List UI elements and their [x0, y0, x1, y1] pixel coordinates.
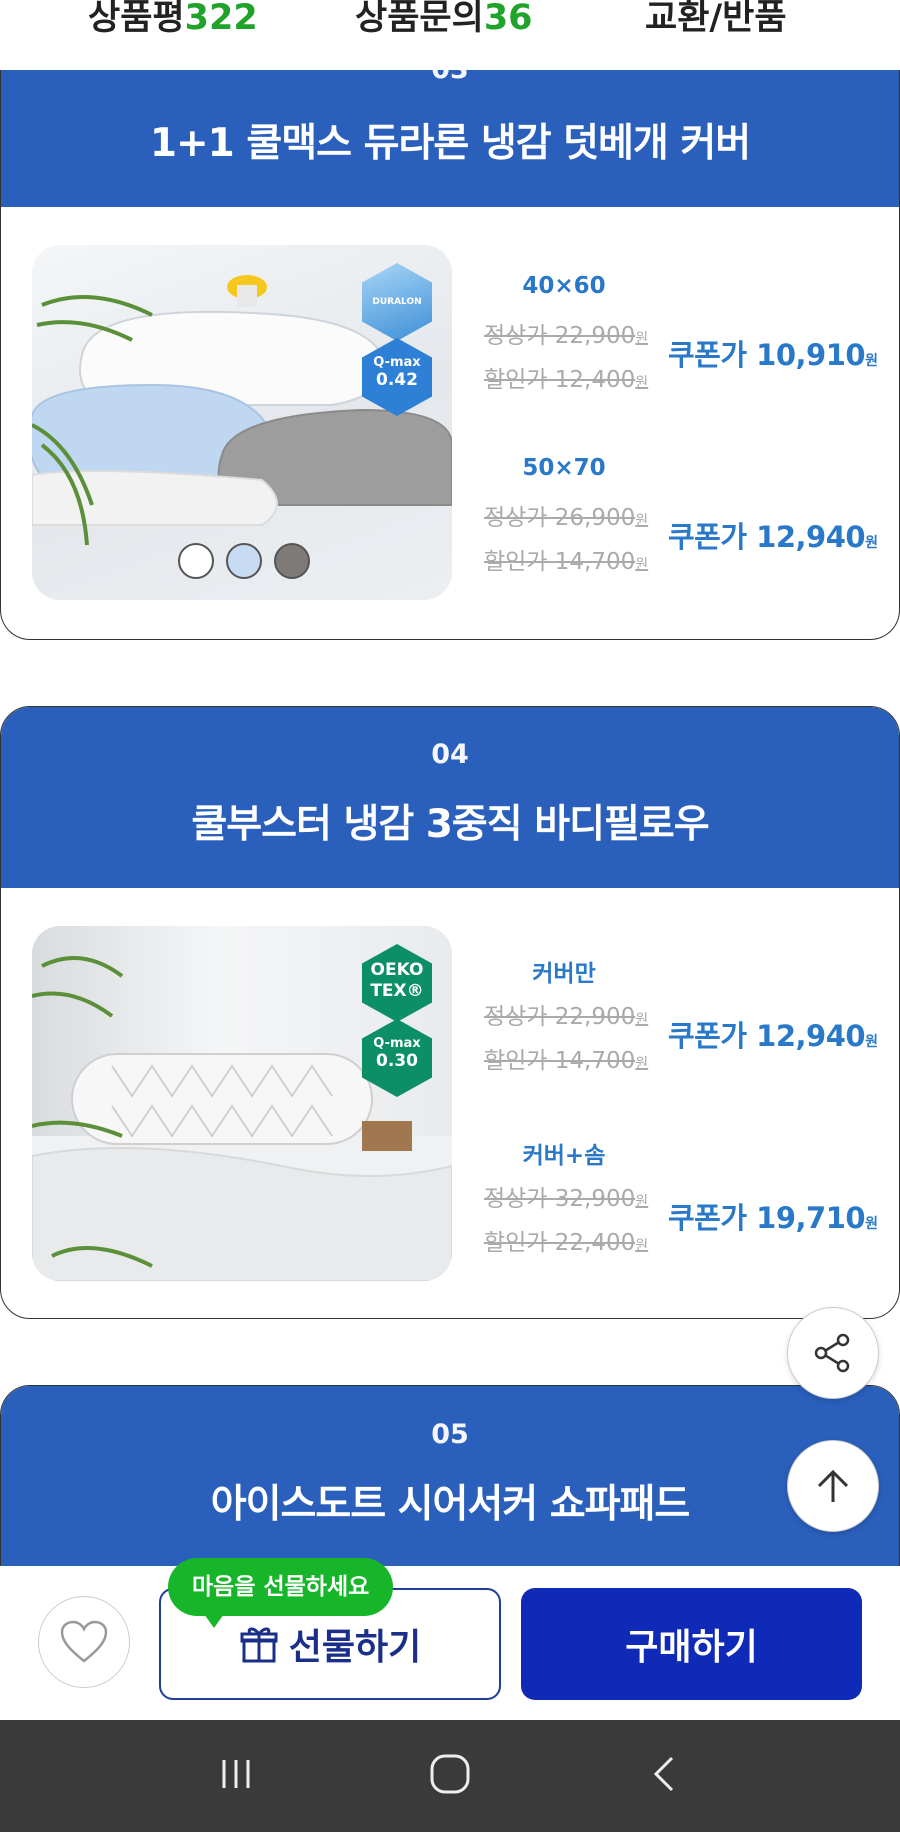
regular-price-text: 정상가 22,900 [484, 323, 636, 349]
coupon-price: 쿠폰가 19,710원 [668, 1195, 878, 1237]
regular-price-text: 정상가 26,900 [484, 505, 636, 531]
product-title: 아이스도트 시어서커 쇼파패드 [210, 1482, 691, 1527]
color-swatch-white[interactable] [178, 543, 214, 579]
sale-price-text: 할인가 14,700 [484, 549, 636, 575]
regular-price: 정상가 26,900원 [484, 498, 648, 532]
coupon-prefix: 쿠폰가 [668, 338, 757, 372]
product-image[interactable]: OEKO TEX® Q-max 0.30 [32, 926, 452, 1281]
product-title: 1+1 쿨맥스 듀라론 냉감 덧베개 커버 [149, 121, 751, 166]
option-size: 커버만 [532, 961, 596, 987]
won-unit: 원 [635, 1012, 649, 1028]
back-icon [653, 1756, 674, 1792]
qmax-value: 0.30 [376, 1051, 418, 1071]
gift-tooltip: 마음을 선물하세요 [168, 1558, 394, 1628]
won-unit: 원 [635, 331, 649, 347]
tab-inquiry-count: 36 [483, 0, 533, 38]
sale-price: 할인가 12,400원 [484, 360, 648, 394]
detail-tab-bar: 상품평322 상품문의36 교환/반품 [0, 0, 900, 70]
system-nav-bar [0, 1720, 900, 1832]
heart-icon [60, 1620, 108, 1663]
coupon-prefix: 쿠폰가 [668, 520, 757, 554]
coupon-prefix: 쿠폰가 [668, 1201, 757, 1235]
coupon-price: 쿠폰가 10,910원 [668, 332, 878, 374]
back-button[interactable] [644, 1754, 684, 1798]
recent-apps-icon [222, 1760, 250, 1788]
sale-price-text: 할인가 22,400 [484, 1230, 636, 1256]
product-card-04[interactable]: 04 쿨부스터 냉감 3중직 바디필로우 OEKO TEX® Q-max 0.3… [0, 706, 900, 1319]
regular-price-text: 정상가 32,900 [484, 1186, 636, 1212]
sale-price: 할인가 22,400원 [484, 1223, 648, 1257]
coupon-amount: 12,940 [756, 520, 866, 554]
product-title: 쿨부스터 냉감 3중직 바디필로우 [191, 802, 709, 847]
sale-price: 할인가 14,700원 [484, 1041, 648, 1075]
won-unit: 원 [865, 353, 878, 369]
tab-exchange-return[interactable]: 교환/반품 [645, 0, 787, 40]
product-header: 04 쿨부스터 냉감 3중직 바디필로우 [1, 707, 899, 888]
gift-icon [240, 1627, 278, 1663]
recent-apps-button[interactable] [216, 1754, 256, 1798]
sale-price-text: 할인가 12,400 [484, 367, 636, 393]
coupon-price: 쿠폰가 12,940원 [668, 514, 878, 556]
sale-price: 할인가 14,700원 [484, 542, 648, 576]
tab-inquiry-label: 상품문의 [355, 0, 484, 38]
product-image[interactable]: DURALON Q-max 0.42 [32, 245, 452, 600]
regular-price-text: 정상가 22,900 [484, 1004, 636, 1030]
regular-price: 정상가 32,900원 [484, 1179, 648, 1213]
won-unit: 원 [635, 1056, 649, 1072]
color-swatch-blue[interactable] [226, 543, 262, 579]
option-size: 40×60 [522, 273, 606, 299]
scroll-top-button[interactable] [787, 1440, 879, 1532]
purchase-bar: 마음을 선물하세요 선물하기 구매하기 [0, 1558, 900, 1720]
gift-button-label: 선물하기 [288, 1627, 422, 1668]
won-unit: 원 [865, 1216, 878, 1232]
won-unit: 원 [865, 535, 878, 551]
won-unit: 원 [635, 513, 649, 529]
coupon-amount: 10,910 [756, 338, 866, 372]
tab-reviews-label: 상품평 [88, 0, 185, 38]
buy-button[interactable]: 구매하기 [521, 1588, 862, 1700]
won-unit: 원 [635, 1238, 649, 1254]
coupon-amount: 19,710 [756, 1201, 866, 1235]
home-button[interactable] [428, 1752, 472, 1800]
coupon-price: 쿠폰가 12,940원 [668, 1013, 878, 1055]
tab-inquiry[interactable]: 상품문의36 [355, 0, 533, 40]
won-unit: 원 [635, 375, 649, 391]
regular-price: 정상가 22,900원 [484, 997, 648, 1031]
option-size: 커버+솜 [522, 1143, 606, 1169]
regular-price: 정상가 22,900원 [484, 316, 648, 350]
share-button[interactable] [787, 1307, 879, 1399]
tab-reviews[interactable]: 상품평322 [88, 0, 258, 40]
arrow-up-icon [817, 1469, 849, 1502]
option-size: 50×70 [522, 455, 606, 481]
share-icon [814, 1333, 850, 1373]
qmax-label: Q-max [373, 355, 421, 370]
wishlist-button[interactable] [38, 1596, 130, 1688]
sale-price-text: 할인가 14,700 [484, 1048, 636, 1074]
tab-exchange-label: 교환/반품 [645, 0, 787, 38]
qmax-label: Q-max [373, 1036, 421, 1051]
duralon-badge-label: DURALON [372, 297, 422, 307]
product-number: 05 [431, 1419, 469, 1450]
coupon-amount: 12,940 [756, 1019, 866, 1053]
qmax-value: 0.42 [376, 370, 418, 390]
won-unit: 원 [635, 557, 649, 573]
won-unit: 원 [635, 1194, 649, 1210]
home-icon [430, 1754, 470, 1794]
won-unit: 원 [865, 1034, 878, 1050]
product-card-03[interactable]: 03 1+1 쿨맥스 듀라론 냉감 덧베개 커버 DURALON Q-max 0… [0, 30, 900, 640]
oeko-tex-label: OEKO TEX® [370, 960, 424, 1001]
color-swatch-gray[interactable] [274, 543, 310, 579]
tab-reviews-count: 322 [184, 0, 258, 38]
coupon-prefix: 쿠폰가 [668, 1019, 757, 1053]
product-number: 04 [431, 739, 469, 770]
